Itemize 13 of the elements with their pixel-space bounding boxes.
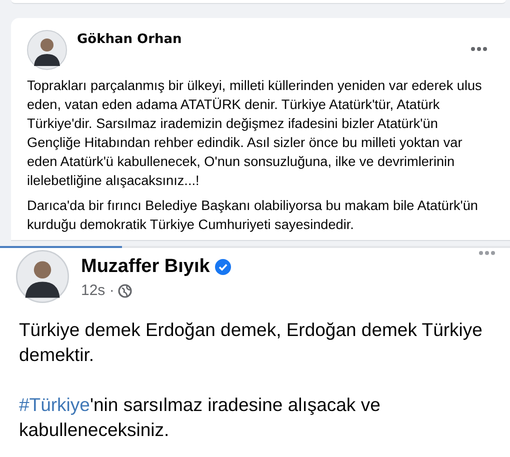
author-name[interactable]: Gökhan Orhan bbox=[77, 32, 460, 47]
more-icon[interactable] bbox=[470, 46, 488, 52]
avatar bbox=[16, 250, 69, 303]
avatar[interactable] bbox=[27, 30, 67, 70]
more-icon bbox=[478, 250, 496, 256]
author-name: Muzaffer Bıyık bbox=[81, 256, 210, 278]
post-text: Toprakları parçalanmış bir ülkeyi, milleti küllerinden yeniden var ederek ulus eden, vatan eden adama ATATÜRK denir. Türkiye Atatürk'tür, Atatürk Türkiye'dir. Sarsılmaz irademizin değişmez ifadesini bizler Atatürk'ün Gençliğe Hitabından rehber edindik. Asıl sizler önce bu milleti yoktan var eden Atatürk'ü kabullenecek, O'nun sonsuzluğuna, ilke ve devrimlerinin ilelebetliğine alışacaksınız...! bbox=[27, 77, 483, 190]
globe-icon bbox=[118, 284, 132, 298]
post-text: #Türkiye'nin sarsılmaz iradesine alışacak ve kabulleneceksiniz. bbox=[18, 393, 382, 442]
post-text: Türkiye demek Erdoğan demek, Erdoğan demek Türkiye demektir. bbox=[18, 318, 484, 367]
post-text: Darıca'da bir fırıncı Belediye Başkanı olabiliyorsa bu makam bile Atatürk'ün kurduğu demokratik Türkiye Cumhuriyeti sayesindedir. bbox=[27, 197, 479, 234]
hashtag-link[interactable]: #Türkiye bbox=[19, 394, 90, 415]
post-time: 12s · bbox=[81, 282, 114, 299]
